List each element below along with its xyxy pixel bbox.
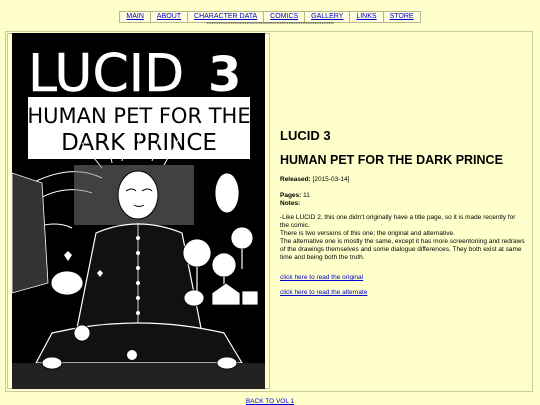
pages-label: Pages: <box>280 192 302 199</box>
notes-line: There is two versions of this one; the o… <box>280 230 455 237</box>
released-row: Released: [2015-03-14] <box>280 176 349 184</box>
read-original-link[interactable]: click here to read the original <box>280 274 363 282</box>
nav-divider-dots: ****************************************… <box>206 22 334 28</box>
notes-line: The alternative one is mostly the same, … <box>280 238 525 261</box>
back-to-vol-link[interactable]: BACK TO VOL 1 <box>0 398 540 405</box>
cover-subtitle-line1: HUMAN PET FOR THE <box>27 104 250 128</box>
comic-subtitle: HUMAN PET FOR THE DARK PRINCE <box>280 153 503 167</box>
cover-number-text: 3 <box>208 47 241 103</box>
notes-label: Notes: <box>280 200 301 207</box>
nav-gallery-link[interactable]: GALLERY <box>304 12 349 22</box>
read-alternate-link[interactable]: click here to read the alternate <box>280 289 367 297</box>
pages-row: Pages: 11 <box>280 192 310 200</box>
nav-store-link[interactable]: STORE <box>382 12 420 22</box>
notes-text: -Like LUCID 2, this one didn't originall… <box>280 214 526 262</box>
notes-line: -Like LUCID 2, this one didn't originall… <box>280 214 516 229</box>
comic-cover-image: LUCID 3 HUMAN PET FOR THE DARK PRINCE <box>12 33 265 389</box>
nav-about-link[interactable]: ABOUT <box>149 12 187 22</box>
nav-main-link[interactable]: MAIN <box>120 12 150 22</box>
comic-title: LUCID 3 <box>280 128 331 143</box>
released-value: [2015-03-14] <box>312 176 350 183</box>
pages-value: 11 <box>303 192 310 199</box>
nav-character-data-link[interactable]: CHARACTER DATA <box>187 12 263 22</box>
nav-comics-link[interactable]: COMICS <box>263 12 304 22</box>
released-label: Released: <box>280 176 311 183</box>
cover-art: LUCID 3 HUMAN PET FOR THE DARK PRINCE <box>12 33 265 389</box>
nav-links-link[interactable]: LINKS <box>349 12 382 22</box>
cover-title-text: LUCID <box>28 44 184 104</box>
